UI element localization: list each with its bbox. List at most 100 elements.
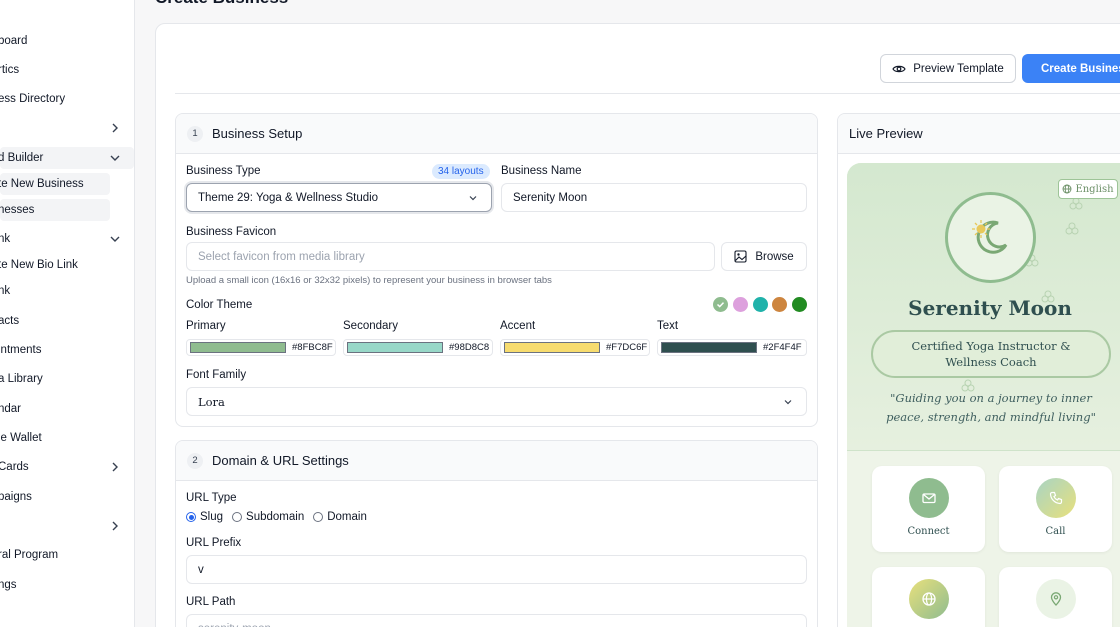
location-action[interactable] <box>999 567 1112 627</box>
preview-business-name: Serenity Moon <box>908 296 1072 320</box>
action-circle <box>1035 579 1076 619</box>
url-type-subdomain[interactable]: Subdomain <box>232 511 304 523</box>
sidebar-item-dashboard[interactable]: board <box>0 30 134 52</box>
primary-color-picker[interactable]: #8FBC8F <box>186 339 336 356</box>
primary-color-label: Primary <box>186 320 226 332</box>
secondary-color-picker[interactable]: #98D8C8 <box>343 339 493 356</box>
color-hex: #8FBC8F <box>292 342 333 353</box>
action-circle <box>1035 478 1076 518</box>
url-type-domain[interactable]: Domain <box>313 511 367 523</box>
create-business-button[interactable]: Create Business <box>1022 54 1120 83</box>
favicon-label: Business Favicon <box>186 226 277 238</box>
sidebar-item-businesses[interactable]: nesses <box>0 199 110 221</box>
url-path-label: URL Path <box>186 596 236 608</box>
sidebar-item-google-wallet[interactable]: le Wallet <box>0 427 134 449</box>
text-color-picker[interactable]: #2F4F4F <box>657 339 807 356</box>
language-switcher[interactable]: English <box>1058 179 1118 199</box>
business-name-value: Serenity Moon <box>513 191 588 204</box>
action-circle <box>908 579 949 619</box>
action-label: Call <box>1045 526 1066 537</box>
sidebar-item-business-directory[interactable]: ess Directory <box>0 88 134 110</box>
sidebar-item-calendar[interactable]: ndar <box>0 398 134 420</box>
preset-color-plum[interactable] <box>733 297 748 312</box>
url-path-value: serenity-moon <box>198 623 271 627</box>
favicon-hint: Upload a small icon (16x16 or 32x32 pixe… <box>186 275 552 286</box>
lotus-deco-icon <box>1065 222 1079 235</box>
preset-color-peru[interactable] <box>772 297 787 312</box>
sidebar-item-bio-link[interactable]: nk <box>0 228 134 250</box>
sidebar-item-collapsed-group[interactable] <box>0 117 134 139</box>
preview-quote: "Guiding you on a journey to inner peace… <box>886 391 1096 424</box>
color-hex: #F7DC6F <box>606 342 648 353</box>
preset-color-teal[interactable] <box>753 297 768 312</box>
website-action[interactable] <box>872 567 985 627</box>
sidebar-item-create-new-bio-link[interactable]: te New Bio Link <box>0 254 110 276</box>
preset-color-sage[interactable] <box>713 297 728 312</box>
radio-button[interactable] <box>232 512 243 522</box>
business-name-input[interactable]: Serenity Moon <box>501 183 807 212</box>
color-swatch[interactable] <box>347 342 443 353</box>
url-prefix-input[interactable]: v <box>186 555 807 584</box>
action-label: Connect <box>907 526 950 537</box>
sidebar-item-bio-links[interactable]: nk <box>0 280 110 302</box>
url-prefix-value: v <box>198 563 204 576</box>
font-family-value: Lora <box>198 394 225 409</box>
text-color-label: Text <box>657 320 679 332</box>
favicon-input[interactable]: Select favicon from media library <box>186 242 715 271</box>
layouts-count-badge: 34 layouts <box>432 164 490 179</box>
create-business-label: Create Business <box>1041 62 1120 75</box>
sidebar-item-campaigns[interactable]: paigns <box>0 486 134 508</box>
eye-icon <box>892 65 906 72</box>
preset-color-forest[interactable] <box>792 297 807 312</box>
favicon-placeholder: Select favicon from media library <box>198 250 365 263</box>
browse-button[interactable]: Browse <box>721 242 807 271</box>
live-preview-title: Live Preview <box>838 114 1120 154</box>
sidebar-item-media-library[interactable]: a Library <box>0 368 134 390</box>
font-family-select[interactable]: Lora <box>186 387 807 416</box>
step-number: 1 <box>187 125 203 142</box>
url-path-input[interactable]: serenity-moon <box>186 614 807 627</box>
globe-icon <box>1062 184 1072 194</box>
preview-template-label: Preview Template <box>913 62 1004 75</box>
color-swatch[interactable] <box>661 342 757 353</box>
moon-sun-icon <box>972 220 1008 254</box>
step-number: 2 <box>187 452 203 469</box>
accent-color-picker[interactable]: #F7DC6F <box>500 339 650 356</box>
chevron-down-icon <box>110 155 120 161</box>
domain-settings-header[interactable]: 2 Domain & URL Settings <box>176 441 817 481</box>
chevron-right-icon <box>112 521 118 531</box>
action-circle <box>908 478 949 518</box>
domain-settings-panel: 2 Domain & URL Settings <box>175 440 818 627</box>
accent-color-label: Accent <box>500 320 536 332</box>
color-swatch[interactable] <box>190 342 286 353</box>
sidebar-item-create-new-business[interactable]: te New Business <box>0 173 110 195</box>
sidebar-item-settings[interactable]: ngs <box>0 574 134 596</box>
preview-template-button[interactable]: Preview Template <box>880 54 1016 83</box>
chevron-right-icon <box>112 462 118 472</box>
map-pin-icon <box>1050 592 1061 606</box>
business-type-select[interactable]: Theme 29: Yoga & Wellness Studio <box>186 183 492 212</box>
section-title: Business Setup <box>212 126 303 141</box>
sidebar-item-nfc-cards[interactable]: Cards <box>0 456 134 478</box>
sidebar-item-contacts[interactable]: acts <box>0 310 134 332</box>
url-type-label: URL Type <box>186 492 237 504</box>
language-label: English <box>1075 183 1114 195</box>
sidebar-item-card-builder[interactable]: d Builder <box>0 147 134 169</box>
chevron-down-icon <box>469 196 477 201</box>
color-swatch[interactable] <box>504 342 600 353</box>
sidebar-item-analytics[interactable]: rtics <box>0 59 134 81</box>
page-title: Create Business <box>155 0 288 8</box>
url-type-slug[interactable]: Slug <box>186 511 223 523</box>
radio-button[interactable] <box>186 512 196 522</box>
call-action[interactable]: Call <box>999 466 1112 552</box>
preview-tagline: Certified Yoga Instructor & Wellness Coa… <box>871 330 1111 378</box>
connect-action[interactable]: Connect <box>872 466 985 552</box>
business-setup-header[interactable]: 1 Business Setup <box>176 114 817 154</box>
phone-icon <box>1049 491 1062 505</box>
mail-icon <box>921 493 936 504</box>
sidebar-item-collapsed-group-2[interactable] <box>0 515 134 537</box>
radio-button[interactable] <box>313 512 324 522</box>
sidebar-item-appointments[interactable]: intments <box>0 339 134 361</box>
sidebar-item-referral-program[interactable]: ral Program <box>0 544 134 566</box>
font-family-label: Font Family <box>186 369 247 381</box>
